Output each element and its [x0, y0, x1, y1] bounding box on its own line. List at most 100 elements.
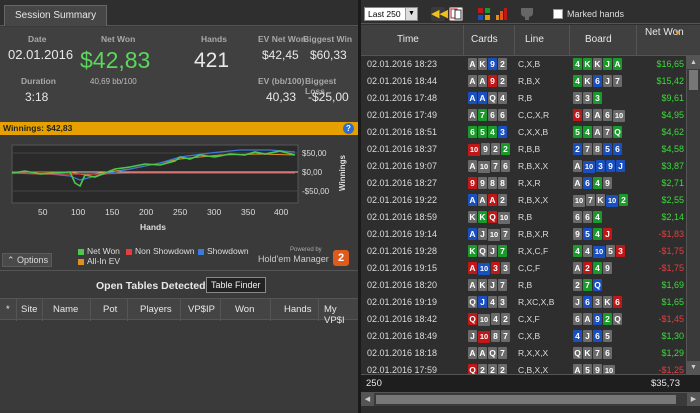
playing-card: K — [603, 296, 612, 308]
col-cards[interactable]: Cards — [471, 34, 498, 45]
options-button[interactable]: ⌃ Options — [2, 253, 52, 267]
table-row[interactable]: 02.01.2016 19:28 K Q J 7 R,X,C,F 4 4 10 5 3 -$1,75 — [361, 243, 686, 260]
col-site[interactable]: Site — [21, 304, 37, 315]
trophy-icon[interactable] — [517, 7, 537, 21]
row-line: R,XC,X,B — [518, 297, 555, 307]
legend-non-showdown[interactable]: Non Showdown — [126, 246, 195, 256]
vertical-scrollbar[interactable]: ▲ ▼ — [686, 56, 700, 374]
playing-card: J — [478, 228, 487, 240]
ytick-top: $50,00 — [302, 149, 327, 158]
table-row[interactable]: 02.01.2016 18:18 A A Q 7 R,X,X,X Q K 7 6 $1,29 — [361, 345, 686, 362]
row-board: 10 7 K 10 2 — [573, 194, 629, 207]
playing-card: 2 — [491, 143, 500, 155]
col-hands[interactable]: Hands — [284, 304, 311, 315]
row-time: 02.01.2016 18:44 — [367, 76, 438, 86]
col-my-vpip[interactable]: My VP$I — [324, 304, 358, 326]
xtick: 350 — [241, 207, 255, 217]
hscroll-thumb[interactable] — [376, 395, 676, 404]
playing-card: 5 — [573, 126, 582, 138]
playing-card: A — [573, 177, 582, 189]
playing-card: K — [468, 211, 477, 223]
playing-card: 6 — [573, 211, 582, 223]
filter-select[interactable]: Last 250 ▼ — [364, 7, 418, 21]
playing-card: 4 — [583, 126, 592, 138]
row-net-won: -$1,75 — [658, 246, 684, 256]
scroll-thumb[interactable] — [689, 70, 698, 90]
playing-card: Q — [488, 92, 497, 104]
playing-card: A — [468, 347, 477, 359]
col-board[interactable]: Board — [585, 34, 612, 45]
hands-table-body: 02.01.2016 18:23 A K 9 2 C,X,B 4 K K J A $16,65 02.0… — [361, 56, 686, 374]
playing-card: 7 — [583, 143, 592, 155]
playing-card: Q — [468, 296, 477, 308]
playing-card: 3 — [498, 296, 507, 308]
help-icon[interactable]: ? — [343, 123, 354, 134]
duration-label: Duration — [21, 76, 56, 86]
col-time[interactable]: Time — [397, 34, 419, 45]
horizontal-scrollbar[interactable]: ◀ ▶ — [361, 392, 700, 406]
tab-session-summary[interactable]: Session Summary — [4, 5, 108, 26]
col-name[interactable]: Name — [53, 304, 78, 315]
playing-card: J — [616, 160, 625, 172]
table-row[interactable]: 02.01.2016 18:23 A K 9 2 C,X,B 4 K K J A $16,65 — [361, 56, 686, 73]
scroll-up-icon[interactable]: ▲ — [687, 56, 700, 69]
table-row[interactable]: 02.01.2016 17:49 A 7 6 6 C,C,X,R 6 9 A 6 10 $4,95 — [361, 107, 686, 124]
row-board: A 10 3 9 J — [573, 160, 626, 173]
cards-icon[interactable] — [449, 7, 463, 21]
table-row[interactable]: 02.01.2016 18:42 Q 10 4 2 C,X,F 6 A 9 2 Q -$1,45 — [361, 311, 686, 328]
table-row[interactable]: 02.01.2016 19:07 A 10 7 6 R,B,X,X A 10 3 9 J $3,87 — [361, 158, 686, 175]
playing-card: 5 — [603, 143, 612, 155]
table-row[interactable]: 02.01.2016 19:19 Q J 4 3 R,XC,X,B J 6 3 K 6 $1,65 — [361, 294, 686, 311]
biggest-win-value: $60,33 — [310, 48, 347, 62]
row-net-won: -$1,45 — [658, 314, 684, 324]
table-finder-button[interactable]: Table Finder — [206, 277, 266, 293]
col-won[interactable]: Won — [235, 304, 254, 315]
playing-card: 2 — [478, 364, 487, 374]
table-row[interactable]: 02.01.2016 18:27 9 9 8 8 R,X,R A 6 4 9 $2,71 — [361, 175, 686, 192]
legend-all-in-ev[interactable]: All-In EV — [78, 256, 120, 266]
row-board: 4KKJA — [573, 58, 623, 70]
chevron-down-icon: ▼ — [405, 8, 417, 20]
table-row[interactable]: 02.01.2016 18:37 10 9 2 2 R,B,B 2 7 8 5 6 $4,58 — [361, 141, 686, 158]
playing-card: 8 — [593, 143, 602, 155]
row-net-won: $1,65 — [661, 297, 684, 307]
table-row[interactable]: 02.01.2016 18:20 A K J 7 R,B 2 7 Q $1,69 — [361, 277, 686, 294]
playing-card: 3 — [573, 92, 582, 104]
row-time: 02.01.2016 18:20 — [367, 280, 438, 290]
row-cards: A J 10 7 — [468, 228, 511, 241]
col-pot[interactable]: Pot — [103, 304, 117, 315]
legend-showdown[interactable]: Showdown — [198, 246, 249, 256]
table-row[interactable]: 02.01.2016 17:59 Q 2 2 2 C,B,X,X A 5 9 10 -$1,25 — [361, 362, 686, 374]
col-line[interactable]: Line — [525, 34, 544, 45]
col-vpip[interactable]: VP$IP — [188, 304, 215, 315]
col-players[interactable]: Players — [140, 304, 172, 315]
table-row[interactable]: 02.01.2016 18:44 A A 9 2 R,B,X 4 K 6 J 7 $15,42 — [361, 73, 686, 90]
row-cards: Q 10 4 2 — [468, 313, 511, 326]
playing-card: 4 — [593, 177, 602, 189]
table-row[interactable]: 02.01.2016 17:48 A A Q 4 R,B 3 3 3 $9,61 — [361, 90, 686, 107]
scroll-left-icon[interactable]: ◀ — [361, 393, 374, 406]
row-line: R,B,B — [518, 144, 541, 154]
table-row[interactable]: 02.01.2016 18:59 K K Q 10 R,B 6 6 4 $2,14 — [361, 209, 686, 226]
table-row[interactable]: 02.01.2016 18:51 6 5 4 3 C,X,X,B 5 4 A 7 Q $4,62 — [361, 124, 686, 141]
scroll-down-icon[interactable]: ▼ — [687, 361, 700, 374]
scroll-right-icon[interactable]: ▶ — [687, 393, 700, 406]
legend-net-won[interactable]: Net Won — [78, 246, 120, 256]
col-star[interactable]: * — [6, 304, 10, 315]
table-row[interactable]: 02.01.2016 19:15 A 10 3 3 C,C,F A 2 4 9 -$1,75 — [361, 260, 686, 277]
table-row[interactable]: 02.01.2016 18:49 J 10 8 7 C,X,B 4 J 6 5 $1,30 — [361, 328, 686, 345]
table-row[interactable]: 02.01.2016 19:22 A A A 2 R,B,X,X 10 7 K 10 2 $2,55 — [361, 192, 686, 209]
net-won-value: $42,83 — [80, 47, 151, 73]
row-line: R,B,X,R — [518, 229, 549, 239]
row-time: 02.01.2016 18:27 — [367, 178, 438, 188]
grid-icon[interactable] — [477, 7, 491, 21]
rewind-icon[interactable]: ◀◀ — [431, 7, 448, 21]
playing-card: 10 — [613, 110, 625, 122]
row-board: J63K6 — [573, 296, 623, 308]
playing-card: 10 — [603, 365, 615, 374]
playing-card: 3 — [583, 92, 592, 104]
playing-card: 7 — [593, 347, 602, 359]
table-row[interactable]: 02.01.2016 19:14 A J 10 7 R,B,X,R 9 5 4 J -$1,83 — [361, 226, 686, 243]
bar-chart-icon[interactable] — [495, 7, 509, 21]
marked-hands-checkbox[interactable] — [553, 9, 563, 19]
